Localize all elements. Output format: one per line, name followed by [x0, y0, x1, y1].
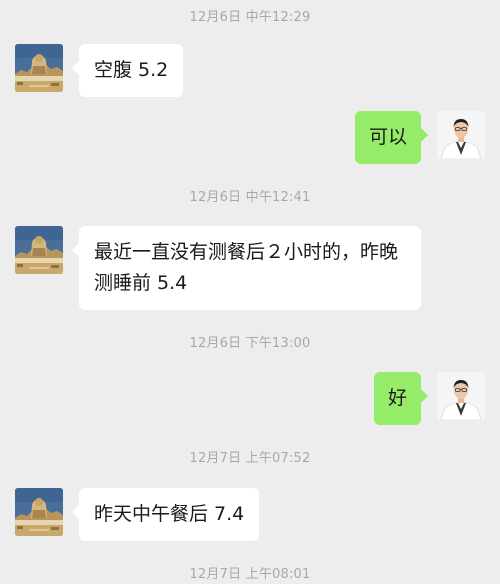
timestamp: 12月7日 上午07:52 [189, 451, 311, 466]
doctor-avatar[interactable] [437, 111, 485, 159]
timestamp: 12月7日 上午08:01 [189, 567, 311, 582]
message-text: 可以 [368, 126, 407, 148]
message-bubble[interactable]: 最近一直没有测餐后２小时的，昨晚测睡前 5.4 [72, 226, 421, 310]
patient-statue-avatar[interactable] [15, 488, 63, 536]
message-text: 昨天中午餐后 7.4 [94, 503, 245, 525]
doctor-avatar[interactable] [437, 372, 485, 420]
patient-statue-avatar[interactable] [15, 44, 63, 92]
timestamp: 12月6日 中午12:29 [189, 10, 311, 25]
message-bubble[interactable]: 昨天中午餐后 7.4 [71, 488, 260, 541]
message-text: 空腹 5.2 [94, 59, 169, 81]
message-bubble[interactable]: 空腹 5.2 [71, 44, 184, 97]
message-bubble[interactable]: 好 [373, 372, 429, 425]
message-text: 最近一直没有测餐后２小时的，昨晚测睡前 5.4 [94, 241, 399, 294]
message-bubble[interactable]: 可以 [354, 111, 429, 164]
patient-statue-avatar[interactable] [15, 226, 63, 274]
message-text: 好 [387, 387, 407, 409]
chat-window: 12月6日 中午12:29 空腹 5.2 可以 12月6日 中午12:41 最近… [0, 0, 500, 584]
timestamp: 12月6日 中午12:41 [189, 190, 311, 205]
timestamp: 12月6日 下午13:00 [189, 336, 311, 351]
